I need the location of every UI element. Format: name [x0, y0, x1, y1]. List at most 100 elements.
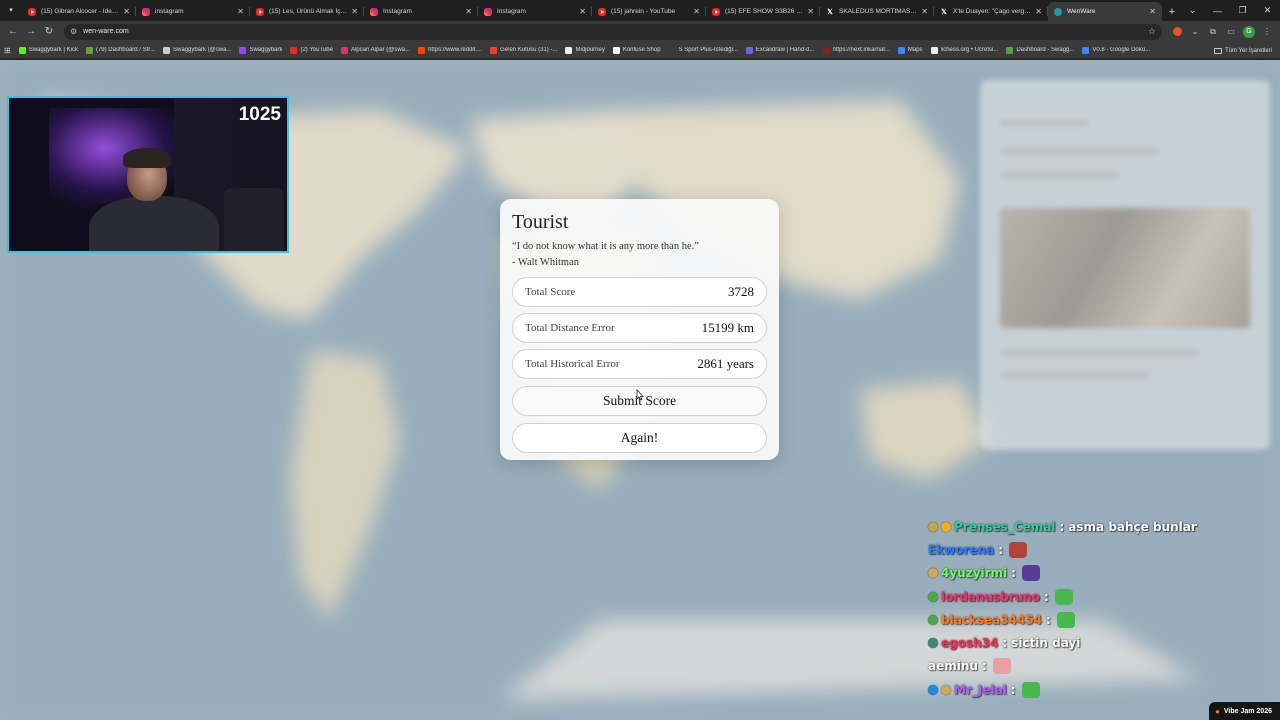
webcam-score: 1025: [238, 104, 281, 125]
url-text[interactable]: wen-ware.com: [83, 28, 1148, 35]
stat-label: Total Distance Error: [525, 322, 615, 334]
bookmark-star-icon[interactable]: ☆: [1148, 26, 1156, 37]
close-window-icon[interactable]: ✕: [1255, 0, 1280, 21]
bookmark-item[interactable]: lichess.org • Ücretsi...: [930, 46, 998, 54]
browser-tab[interactable]: (15) Les, Ürünü Almak İçin Mi ✕: [250, 2, 364, 21]
bookmark-item[interactable]: V0.8 - Google Dokü...: [1082, 46, 1150, 54]
bookmark-label: https://www.reddit....: [428, 47, 483, 53]
chat-separator: :: [1011, 566, 1016, 581]
bookmark-item[interactable]: https://next.inkarnat...: [822, 46, 890, 54]
reload-icon[interactable]: ↻: [40, 23, 58, 41]
bookmark-item[interactable]: Gelen Kutusu (31) -...: [490, 46, 557, 54]
bookmark-label: Swaggybark | Kick: [28, 47, 78, 53]
site-info-icon[interactable]: ⚙: [70, 27, 77, 36]
bookmark-label: Maps: [907, 47, 923, 53]
tab-close-icon[interactable]: ✕: [921, 7, 928, 16]
browser-tab[interactable]: Instagram ✕: [364, 2, 478, 21]
bookmark-label: Dashboard - Swagg...: [1016, 47, 1075, 53]
chat-separator: :: [1002, 636, 1008, 651]
bookmark-label: Excalidraw | Hand-d...: [755, 47, 815, 53]
chat-separator: :: [998, 542, 1004, 557]
tab-title: Instagram: [383, 8, 412, 15]
chat-username: aeminu: [928, 659, 978, 674]
tab-close-icon[interactable]: ✕: [1149, 7, 1156, 16]
cast-icon[interactable]: ▭: [1222, 23, 1240, 41]
bookmark-item[interactable]: (79) Dashboard / Str...: [85, 46, 155, 54]
chat-emote-icon: [1021, 565, 1040, 582]
bookmark-item[interactable]: Swaggybark (@swa...: [162, 46, 231, 54]
bookmark-label: Midjourney: [575, 47, 605, 53]
tab-close-icon[interactable]: ✕: [807, 7, 814, 16]
bookmark-item[interactable]: Swaggybark | Kick: [18, 46, 78, 54]
tab-close-icon[interactable]: ✕: [237, 7, 244, 16]
stat-value: 15199 km: [701, 320, 754, 335]
forward-icon[interactable]: →: [22, 23, 40, 41]
browser-tab[interactable]: (15) EFE SHOW S3B26 | MÖSY ✕: [706, 2, 820, 21]
browser-tab[interactable]: instagram ✕: [136, 2, 250, 21]
extension-icon[interactable]: [1168, 23, 1186, 41]
bookmark-item[interactable]: https://www.reddit....: [418, 46, 483, 54]
maximize-icon[interactable]: ❐: [1230, 0, 1255, 21]
bookmark-item[interactable]: Maps: [897, 46, 923, 54]
browser-menu-icon[interactable]: ⋮: [1258, 23, 1276, 41]
bookmark-item[interactable]: S Sport Plus-İstediği...: [668, 46, 738, 54]
all-bookmarks-folder[interactable]: Tüm Yer İşaretleri: [1213, 42, 1272, 59]
chat-username: Ekworena: [928, 542, 995, 557]
bookmark-item[interactable]: Excalidraw | Hand-d...: [745, 46, 815, 54]
rank-title: Tourist: [512, 211, 569, 233]
bookmark-item[interactable]: Swaggybark: [239, 46, 282, 54]
tab-search-icon[interactable]: ▾: [4, 3, 18, 17]
apps-grid-icon[interactable]: ⊞: [4, 46, 11, 55]
chat-message: blacksea34454:: [928, 608, 1268, 631]
chat-message: Prenses_Cemal: asma bahçe bunlar: [928, 515, 1268, 538]
profile-avatar[interactable]: G: [1240, 23, 1258, 41]
youtube-icon: [598, 7, 606, 16]
chat-badge-icon: [941, 684, 951, 695]
browser-tab[interactable]: (15) jahrein - YouTube ✕: [592, 2, 706, 21]
browser-tab[interactable]: Instagram ✕: [478, 2, 592, 21]
bookmark-item[interactable]: Alpcan Alpar (@swa...: [340, 46, 410, 54]
chat-emote-icon: [1056, 611, 1075, 628]
bookmark-item[interactable]: Konfuse Shop: [612, 46, 661, 54]
tab-title: (15) EFE SHOW S3B26 | MÖSY: [725, 8, 803, 15]
back-icon[interactable]: ←: [4, 23, 22, 41]
minimize-icon[interactable]: —: [1205, 0, 1230, 21]
browser-tab[interactable]: 𝕏 SKALEDUS MORTIMAS Toplu ✕: [820, 2, 934, 21]
extensions-puzzle-icon[interactable]: ⧉: [1204, 23, 1222, 41]
chat-message: lordanusbruno:: [928, 585, 1268, 608]
address-bar[interactable]: ⚙ wen-ware.com ☆: [64, 23, 1162, 40]
browser-tab[interactable]: WenWare ✕: [1048, 2, 1162, 21]
quote-text: “I do not know what it is any more than …: [512, 241, 699, 252]
browser-tab[interactable]: 𝕏 X'te Duayen: "Çago vergi mü ✕: [934, 2, 1048, 21]
bookmarks-bar: ⊞ Swaggybark | Kick (79) Dashboard / Str.…: [0, 42, 1280, 59]
bookmark-favicon-icon: [85, 46, 93, 54]
tab-close-icon[interactable]: ✕: [465, 7, 472, 16]
window-controls: ⌄ — ❐ ✕: [1180, 0, 1280, 21]
bookmark-favicon-icon: [239, 46, 247, 54]
bookmark-favicon-icon: [18, 46, 26, 54]
bookmark-item[interactable]: (2) YouTube: [290, 46, 333, 54]
new-tab-button[interactable]: +: [1162, 2, 1182, 21]
bookmark-item[interactable]: Dashboard - Swagg...: [1006, 46, 1075, 54]
chat-overlay: Prenses_Cemal: asma bahçe bunlar Ekworena:…: [928, 515, 1268, 701]
blurred-side-panel: [980, 80, 1270, 450]
bookmark-item[interactable]: Midjourney: [565, 46, 605, 54]
caret-down-icon[interactable]: ⌄: [1180, 0, 1205, 21]
chat-username: 4yuzyirmi: [941, 566, 1008, 581]
browser-tab[interactable]: (15) Gibran Alcocer - Idea 10 ✕: [22, 2, 136, 21]
tab-close-icon[interactable]: ✕: [1035, 7, 1042, 16]
tab-close-icon[interactable]: ✕: [693, 7, 700, 16]
play-again-button[interactable]: Again!: [512, 423, 767, 453]
tab-close-icon[interactable]: ✕: [123, 7, 130, 16]
vibe-jam-badge[interactable]: ● Vibe Jam 2026: [1209, 702, 1280, 720]
tab-close-icon[interactable]: ✕: [351, 7, 358, 16]
chat-badge-icon: [928, 684, 938, 695]
extension-menu-icon[interactable]: ⌄: [1186, 23, 1204, 41]
bookmarks-list: Swaggybark | Kick (79) Dashboard / Str...…: [18, 46, 1158, 54]
tab-title: SKALEDUS MORTIMAS Toplu: [839, 8, 917, 15]
instagram-icon: [370, 7, 378, 16]
x-icon: 𝕏: [941, 8, 947, 16]
chat-message: Mr_Jelal:: [928, 678, 1268, 701]
tab-close-icon[interactable]: ✕: [579, 7, 586, 16]
tabs-container: (15) Gibran Alcocer - Idea 10 ✕ instagram ✕…: [22, 2, 1162, 21]
